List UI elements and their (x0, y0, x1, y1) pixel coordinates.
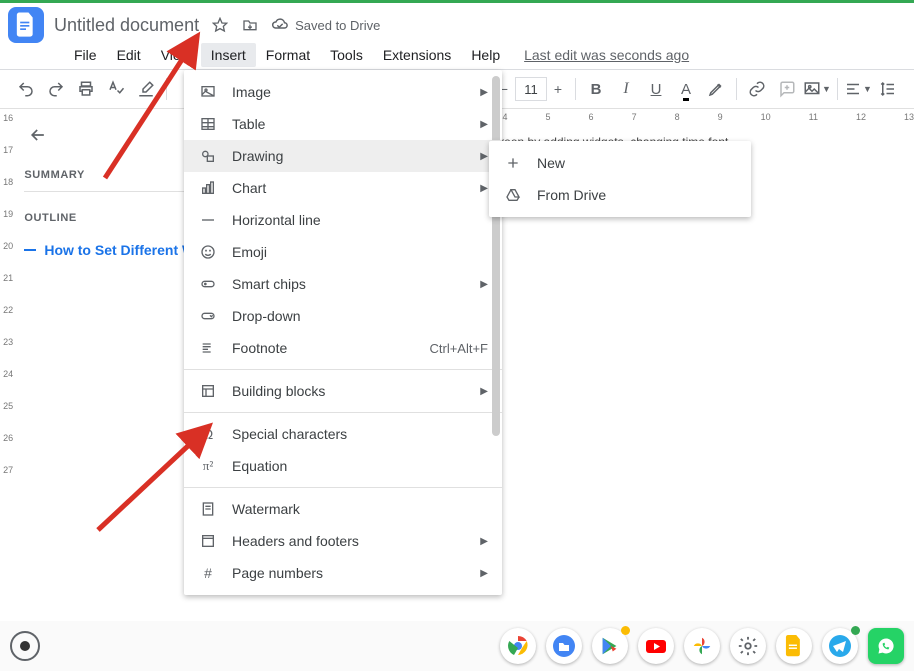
insert-buildingblocks-item[interactable]: Building blocks▶ (184, 375, 502, 407)
annotation-arrow-insert (95, 48, 205, 188)
plus-icon (503, 155, 523, 171)
bold-button[interactable]: B (582, 75, 610, 103)
insert-equation-item[interactable]: π²Equation (184, 450, 502, 482)
insert-dropdown-item[interactable]: Drop-down (184, 300, 502, 332)
drawing-fromdrive-item[interactable]: From Drive (489, 179, 751, 211)
save-status-text: Saved to Drive (295, 18, 380, 33)
insert-menu-dropdown: Image▶ Table▶ Drawing▶ Chart▶ Horizontal… (184, 70, 502, 595)
hash-icon: # (198, 565, 218, 581)
star-icon[interactable] (211, 16, 229, 34)
title-bar: Untitled document Saved to Drive (0, 3, 914, 41)
italic-button[interactable]: I (612, 75, 640, 103)
insert-pagenumbers-item[interactable]: #Page numbers▶ (184, 557, 502, 589)
emoji-icon (198, 244, 218, 260)
redo-button[interactable] (42, 75, 70, 103)
outline-marker (24, 249, 36, 251)
save-status[interactable]: Saved to Drive (271, 16, 380, 34)
text-color-button[interactable]: A (672, 75, 700, 103)
font-size-value[interactable]: 11 (515, 77, 547, 101)
insert-image-button[interactable]: ▼ (803, 75, 831, 103)
smartchip-icon (198, 276, 218, 292)
insert-smartchips-item[interactable]: Smart chips▶ (184, 268, 502, 300)
menu-tools[interactable]: Tools (320, 43, 373, 67)
menu-extensions[interactable]: Extensions (373, 43, 461, 67)
drawing-submenu: New From Drive (489, 141, 751, 217)
insert-hr-item[interactable]: Horizontal line (184, 204, 502, 236)
app-chrome[interactable] (500, 628, 536, 664)
insert-watermark-item[interactable]: Watermark (184, 493, 502, 525)
vertical-ruler: 161718192021222324252627 (0, 109, 16, 621)
document-title[interactable]: Untitled document (54, 15, 199, 36)
insert-headersfooters-item[interactable]: Headers and footers▶ (184, 525, 502, 557)
footnote-icon (198, 340, 218, 356)
cloud-icon (271, 16, 289, 34)
line-spacing-button[interactable] (874, 75, 902, 103)
launcher-button[interactable] (10, 631, 40, 661)
font-size-increase[interactable]: + (547, 77, 569, 101)
insert-emoji-item[interactable]: Emoji (184, 236, 502, 268)
taskbar (0, 621, 914, 671)
menu-help[interactable]: Help (461, 43, 510, 67)
undo-button[interactable] (12, 75, 40, 103)
app-play[interactable] (592, 628, 628, 664)
insert-footnote-item[interactable]: FootnoteCtrl+Alt+F (184, 332, 502, 364)
menu-insert[interactable]: Insert (201, 43, 256, 67)
app-docs[interactable] (776, 628, 812, 664)
app-settings[interactable] (730, 628, 766, 664)
drawing-new-item[interactable]: New (489, 147, 751, 179)
close-outline-button[interactable] (24, 121, 52, 149)
line-icon (198, 212, 218, 228)
app-photos[interactable] (684, 628, 720, 664)
underline-button[interactable]: U (642, 75, 670, 103)
docs-logo[interactable] (8, 7, 44, 43)
font-size-control: − 11 + (493, 77, 569, 101)
app-telegram[interactable] (822, 628, 858, 664)
building-icon (198, 383, 218, 399)
insert-chart-item[interactable]: Chart▶ (184, 172, 502, 204)
app-whatsapp[interactable] (868, 628, 904, 664)
dropdown-icon (198, 308, 218, 324)
insert-drawing-item[interactable]: Drawing▶ (184, 140, 502, 172)
drive-icon (503, 187, 523, 203)
insert-link-button[interactable] (743, 75, 771, 103)
align-button[interactable]: ▼ (844, 75, 872, 103)
move-icon[interactable] (241, 16, 259, 34)
insert-table-item[interactable]: Table▶ (184, 108, 502, 140)
last-edit-link[interactable]: Last edit was seconds ago (524, 47, 689, 63)
annotation-arrow-specialchars (90, 430, 210, 540)
app-youtube[interactable] (638, 628, 674, 664)
insert-image-item[interactable]: Image▶ (184, 76, 502, 108)
highlight-button[interactable] (702, 75, 730, 103)
menu-format[interactable]: Format (256, 43, 320, 67)
insert-specialchars-item[interactable]: ΩSpecial characters (184, 418, 502, 450)
app-files[interactable] (546, 628, 582, 664)
add-comment-button[interactable] (773, 75, 801, 103)
